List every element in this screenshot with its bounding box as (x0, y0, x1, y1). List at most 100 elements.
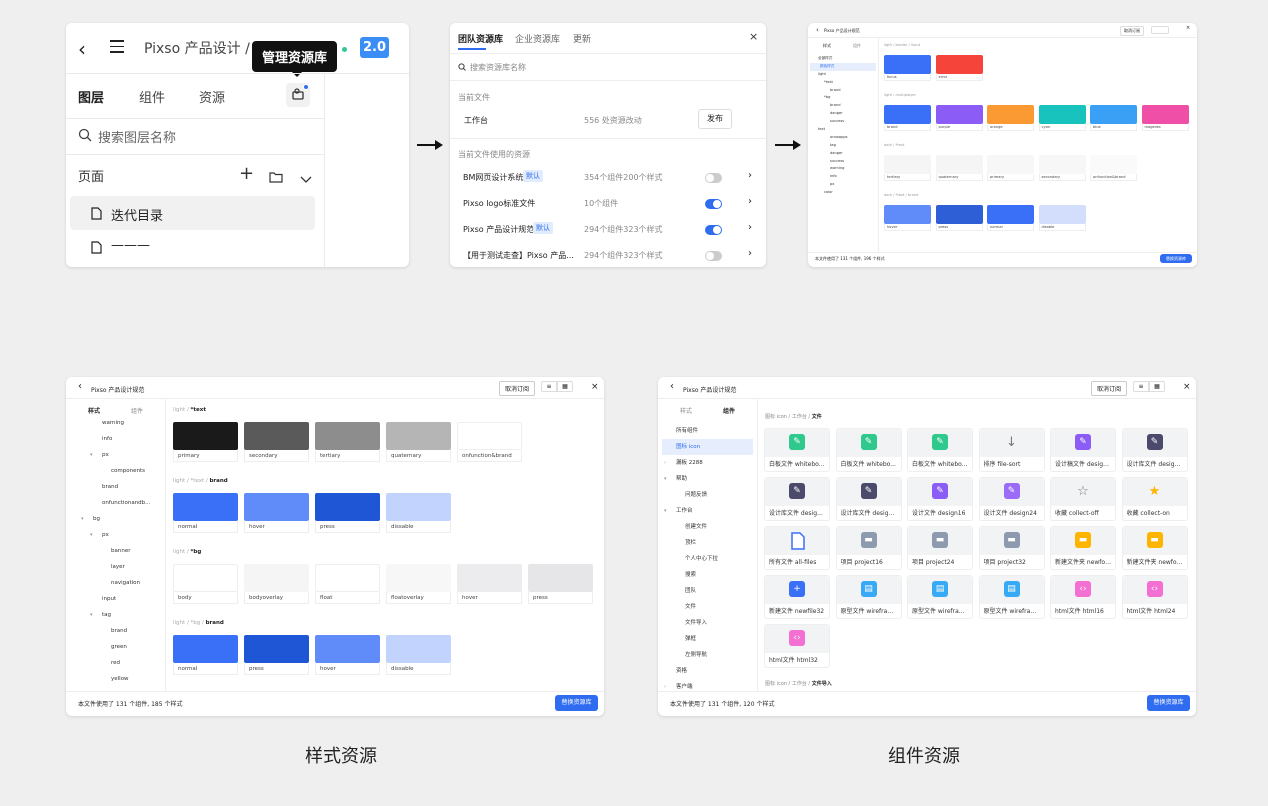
tree-arrow-icon[interactable]: ▾ (90, 447, 93, 463)
tree-item[interactable]: layer (66, 559, 165, 575)
replace-library-button[interactable]: 替换资源库 (1160, 254, 1192, 263)
color-swatch[interactable]: secondary (1038, 155, 1086, 181)
tree-item[interactable]: ▾ 工作台 (658, 503, 757, 519)
component-tile[interactable]: ✎ 白板文件 whitebo... (835, 428, 902, 472)
add-page-icon[interactable]: + (239, 163, 254, 184)
tree-item[interactable]: ▾ 帮助 (658, 471, 757, 487)
component-tile[interactable]: ▬ 项目 project32 (978, 526, 1045, 570)
color-swatch[interactable]: normal (173, 635, 238, 675)
color-swatch[interactable]: quaternary (935, 155, 983, 181)
close-icon[interactable]: × (1183, 382, 1191, 392)
library-toggle[interactable] (705, 173, 722, 183)
component-tile[interactable]: ▤ 原型文件 wirefram... (835, 575, 902, 619)
color-swatch[interactable]: hover (457, 564, 522, 604)
tree-item[interactable]: 创建文件 (658, 519, 757, 535)
color-swatch[interactable]: blue (1090, 105, 1137, 131)
color-swatch[interactable]: dissable (386, 493, 451, 533)
tab-layers[interactable]: 图层 (78, 87, 104, 106)
component-tile[interactable]: + 新建文件 newfile32 (764, 575, 830, 619)
tree-item[interactable]: 问题反馈 (658, 487, 757, 503)
component-tile[interactable]: ✎ 设计文件 design16 (907, 477, 973, 521)
folder-icon[interactable] (269, 168, 283, 187)
page-item-selected[interactable]: 迭代目录 (70, 196, 315, 230)
grid-view-icon[interactable]: ▦ (1149, 381, 1165, 392)
library-row[interactable]: Pixso 产品设计规范 默认 294个组件323个样式 › (450, 220, 766, 242)
tree-item[interactable]: 资格 (658, 663, 757, 679)
tree-item[interactable]: success (808, 118, 878, 126)
tree-item[interactable]: danger (808, 150, 878, 158)
chevron-down-icon[interactable] (300, 169, 312, 188)
unsubscribe-button[interactable]: 取消订阅 (1091, 381, 1128, 396)
tree-arrow-icon[interactable]: ▾ (90, 527, 93, 543)
search-input[interactable]: 搜索图层名称 (98, 127, 176, 146)
component-tile[interactable]: ▬ 项目 project16 (835, 526, 902, 570)
component-tile[interactable]: ↓ 排序 file-sort (978, 428, 1045, 472)
tab-components[interactable]: 组件 (723, 406, 735, 415)
color-swatch[interactable]: onfunction&brand (1090, 155, 1137, 181)
color-swatch[interactable]: normal (173, 493, 238, 533)
component-tile[interactable]: ‹› html文件 html24 (1121, 575, 1188, 619)
color-swatch[interactable]: hover (884, 205, 931, 231)
color-swatch[interactable]: onfunction&brand (457, 422, 522, 462)
library-toggle[interactable] (705, 225, 722, 235)
close-icon[interactable]: × (1186, 25, 1190, 31)
page-item[interactable]: ——— (111, 238, 150, 253)
tree-item[interactable]: color (808, 189, 878, 197)
tree-item[interactable]: px (808, 181, 878, 189)
tab-components[interactable]: 组件 (131, 406, 143, 415)
tree-item[interactable]: brand (808, 102, 878, 110)
color-swatch[interactable]: bodyoverlay (244, 564, 309, 604)
component-tile[interactable]: ✎ 设计库文件 design... (1121, 428, 1188, 472)
color-swatch[interactable]: disable (1038, 205, 1086, 231)
tree-item[interactable]: ▾ px (66, 527, 165, 543)
tree-item[interactable]: 文件 (658, 599, 757, 615)
tree-item[interactable]: 图标 icon (662, 439, 753, 455)
component-tile[interactable]: ✎ 设计库文件 design... (835, 477, 902, 521)
tree-item[interactable]: onoaapps (808, 134, 878, 142)
tree-item[interactable]: input (66, 591, 165, 607)
tree-item[interactable]: *bg (808, 94, 878, 102)
color-swatch[interactable]: tertiary (315, 422, 380, 462)
color-swatch[interactable]: press (315, 493, 380, 533)
color-swatch[interactable]: error (935, 55, 983, 81)
tree-item[interactable]: banner (66, 543, 165, 559)
library-row[interactable]: 【用于测试走查】Pixso 产品... 294个组件323个样式 › (450, 246, 766, 267)
color-swatch[interactable]: brand (884, 105, 931, 131)
library-toggle[interactable] (705, 199, 722, 209)
close-icon[interactable]: × (749, 30, 758, 43)
color-swatch[interactable]: floatoverlay (386, 564, 451, 604)
tree-item[interactable]: *text (808, 79, 878, 87)
color-swatch[interactable]: float (315, 564, 380, 604)
color-swatch[interactable]: magenta (1141, 105, 1189, 131)
tree-item[interactable]: yellow (66, 671, 165, 687)
tree-item[interactable]: warning (808, 165, 878, 173)
library-search-input[interactable]: 搜索资源库名称 (470, 62, 526, 73)
tree-item[interactable]: 全部样式 (808, 55, 878, 63)
menu-icon[interactable] (110, 40, 124, 53)
tree-item[interactable]: › 漏板 2288 (658, 455, 757, 471)
color-swatch[interactable]: cyan (1038, 105, 1086, 131)
grid-view-icon[interactable]: ▦ (557, 381, 573, 392)
tree-item[interactable]: navigation (66, 575, 165, 591)
color-swatch[interactable]: primary (173, 422, 238, 462)
tree-item[interactable]: 左侧导航 (658, 647, 757, 663)
color-swatch[interactable]: quaternary (386, 422, 451, 462)
component-tile[interactable]: ✎ 设计库文件 design... (764, 477, 830, 521)
tree-item[interactable]: 弹框 (658, 631, 757, 647)
color-swatch[interactable]: press (244, 635, 309, 675)
tree-item[interactable]: ▾ bg (66, 511, 165, 527)
component-tile[interactable]: ▬ 新建文件夹 newfol... (1050, 526, 1116, 570)
tree-item[interactable]: tag (808, 142, 878, 150)
tree-item[interactable]: green (66, 639, 165, 655)
component-tile[interactable]: 所有文件 all-files (764, 526, 830, 570)
tree-item[interactable]: danger (808, 110, 878, 118)
back-icon[interactable]: ‹ (78, 37, 86, 61)
color-swatch[interactable]: hover (244, 493, 309, 533)
tab-team-library[interactable]: 团队资源库 (458, 32, 503, 45)
tree-item[interactable]: brand (808, 87, 878, 95)
tree-arrow-icon[interactable]: ▾ (90, 607, 93, 623)
unsubscribe-button[interactable]: 取消订阅 (499, 381, 536, 396)
component-tile[interactable]: ★ 收藏 collect-on (1121, 477, 1188, 521)
color-swatch[interactable]: press (935, 205, 983, 231)
library-toggle[interactable] (705, 251, 722, 261)
